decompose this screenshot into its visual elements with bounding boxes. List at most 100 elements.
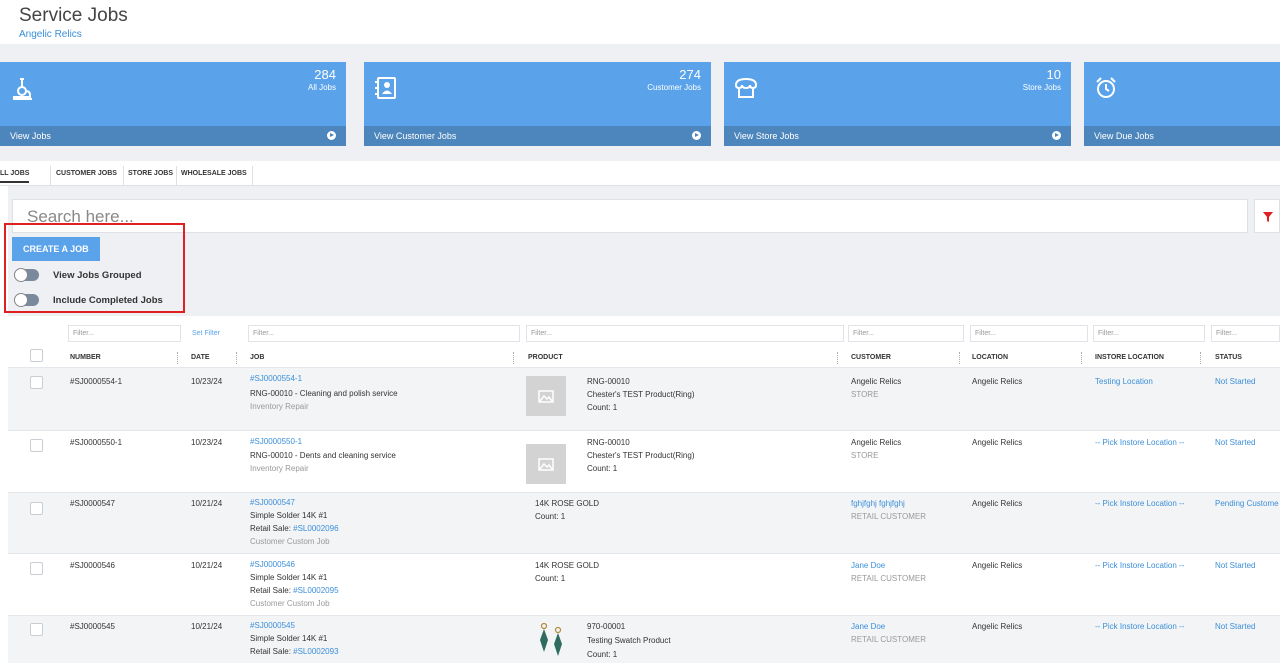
filter-status[interactable]: Filter...	[1211, 325, 1280, 342]
tab-all-jobs[interactable]: LL JOBS	[0, 170, 30, 183]
filter-button[interactable]	[1254, 199, 1280, 233]
filter-location[interactable]: Filter...	[970, 325, 1088, 342]
view-due-jobs-link[interactable]: View Due Jobs	[1084, 126, 1280, 146]
product-name: Chester's TEST Product(Ring)	[587, 451, 695, 460]
page-subtitle[interactable]: Angelic Relics	[19, 29, 82, 40]
row-checkbox[interactable]	[30, 439, 43, 452]
customer-name[interactable]: Jane Doe	[851, 621, 885, 633]
contact-book-icon	[375, 77, 396, 99]
row-checkbox[interactable]	[30, 562, 43, 575]
customer-type: RETAIL CUSTOMER	[851, 512, 926, 521]
job-type: Inventory Repair	[250, 464, 309, 473]
store-icon	[734, 77, 758, 98]
job-link[interactable]: #SJ0000554-1	[250, 373, 302, 385]
job-date: 10/21/24	[191, 499, 223, 508]
tab-wholesale-jobs[interactable]: WHOLESALE JOBS	[181, 170, 247, 177]
column-resize-handle[interactable]	[236, 352, 238, 364]
tab-divider	[252, 166, 253, 186]
column-resize-handle[interactable]	[1081, 352, 1083, 364]
customer-name[interactable]: Jane Doe	[851, 560, 885, 572]
column-resize-handle[interactable]	[959, 352, 961, 364]
status-link[interactable]: Not Started	[1215, 437, 1255, 449]
instore-location-picker[interactable]: -- Pick Instore Location --	[1095, 437, 1184, 449]
job-link[interactable]: #SJ0000546	[250, 559, 295, 571]
product-sku: 970-00001	[587, 622, 626, 631]
tile-due-jobs[interactable]: View Due Jobs	[1084, 62, 1280, 146]
page-header: Service Jobs Angelic Relics	[0, 0, 1280, 44]
tab-customer-jobs[interactable]: CUSTOMER JOBS	[56, 170, 117, 177]
job-date: 10/21/24	[191, 622, 223, 631]
image-placeholder-icon	[538, 458, 554, 471]
filter-instore[interactable]: Filter...	[1093, 325, 1205, 342]
job-link[interactable]: #SJ0000550-1	[250, 436, 302, 448]
col-instore-location[interactable]: INSTORE LOCATION	[1095, 354, 1164, 361]
job-date: 10/21/24	[191, 561, 223, 570]
customer-type: RETAIL CUSTOMER	[851, 635, 926, 644]
instore-location-picker[interactable]: -- Pick Instore Location --	[1095, 621, 1184, 633]
arrow-right-icon	[1052, 131, 1061, 140]
view-store-jobs-link[interactable]: View Store Jobs	[724, 126, 1071, 146]
status-link[interactable]: Not Started	[1215, 560, 1255, 572]
filter-number[interactable]: Filter...	[68, 325, 181, 342]
column-resize-handle[interactable]	[177, 352, 179, 364]
col-number[interactable]: NUMBER	[70, 354, 101, 361]
set-filter-date[interactable]: Set Filter	[187, 325, 242, 342]
instore-location-picker[interactable]: -- Pick Instore Location --	[1095, 560, 1184, 572]
product-thumbnail[interactable]	[526, 444, 566, 484]
select-all-checkbox[interactable]	[30, 349, 43, 362]
instore-location-picker[interactable]: Testing Location	[1095, 376, 1153, 388]
row-checkbox[interactable]	[30, 502, 43, 515]
location: Angelic Relics	[972, 377, 1023, 386]
view-customer-jobs-link[interactable]: View Customer Jobs	[364, 126, 711, 146]
retail-sale-link[interactable]: #SL0002095	[293, 586, 338, 595]
customer-name: Angelic Relics	[851, 438, 902, 447]
job-number: #SJ0000550-1	[70, 438, 123, 447]
status-link[interactable]: Pending Custome	[1215, 498, 1280, 510]
tile-label: Customer Jobs	[647, 83, 701, 92]
customer-name[interactable]: fghjfghj fghjfghj	[851, 498, 905, 510]
job-date: 10/23/24	[191, 377, 223, 386]
search-input[interactable]: Search here...	[12, 199, 1248, 233]
column-resize-handle[interactable]	[1200, 352, 1202, 364]
filter-product[interactable]: Filter...	[526, 325, 844, 342]
tile-customer-jobs[interactable]: 274 Customer Jobs View Customer Jobs	[364, 62, 711, 146]
retail-sale-link[interactable]: #SL0002096	[293, 524, 338, 533]
customer-type: STORE	[851, 451, 879, 460]
retail-sale-link[interactable]: #SL0002093	[293, 647, 338, 656]
product-count: Count: 1	[535, 512, 566, 521]
status-link[interactable]: Not Started	[1215, 621, 1255, 633]
column-resize-handle[interactable]	[837, 352, 839, 364]
col-status[interactable]: STATUS	[1215, 354, 1242, 361]
tile-count: 284	[314, 67, 336, 82]
job-link[interactable]: #SJ0000545	[250, 620, 295, 632]
col-date[interactable]: DATE	[191, 354, 210, 361]
col-job[interactable]: JOB	[250, 354, 264, 361]
filter-customer[interactable]: Filter...	[848, 325, 964, 342]
page-title: Service Jobs	[19, 5, 128, 26]
view-jobs-link[interactable]: View Jobs	[0, 126, 346, 146]
row-checkbox[interactable]	[30, 623, 43, 636]
status-link[interactable]: Not Started	[1215, 376, 1255, 388]
microscope-icon	[13, 78, 32, 100]
alarm-clock-icon	[1096, 77, 1116, 98]
product-thumbnail[interactable]	[530, 620, 570, 660]
tab-store-jobs[interactable]: STORE JOBS	[128, 170, 173, 177]
product-thumbnail[interactable]	[526, 376, 566, 416]
job-link[interactable]: #SJ0000547	[250, 497, 295, 509]
product-count: Count: 1	[587, 464, 618, 473]
tile-label: Store Jobs	[1022, 83, 1061, 92]
col-product[interactable]: PRODUCT	[528, 354, 563, 361]
col-location[interactable]: LOCATION	[972, 354, 1008, 361]
customer-name: Angelic Relics	[851, 377, 902, 386]
row-checkbox[interactable]	[30, 376, 43, 389]
retail-sale: Retail Sale: #SL0002096	[250, 523, 339, 535]
instore-location-picker[interactable]: -- Pick Instore Location --	[1095, 498, 1184, 510]
col-customer[interactable]: CUSTOMER	[851, 354, 891, 361]
annotation-highlight-box	[4, 223, 185, 313]
column-resize-handle[interactable]	[513, 352, 515, 364]
tile-all-jobs[interactable]: 284 All Jobs View Jobs	[0, 62, 346, 146]
job-description: Simple Solder 14K #1	[250, 573, 328, 582]
filter-job[interactable]: Filter...	[248, 325, 520, 342]
tile-store-jobs[interactable]: 10 Store Jobs View Store Jobs	[724, 62, 1071, 146]
job-type: Customer Custom Job	[250, 599, 330, 608]
